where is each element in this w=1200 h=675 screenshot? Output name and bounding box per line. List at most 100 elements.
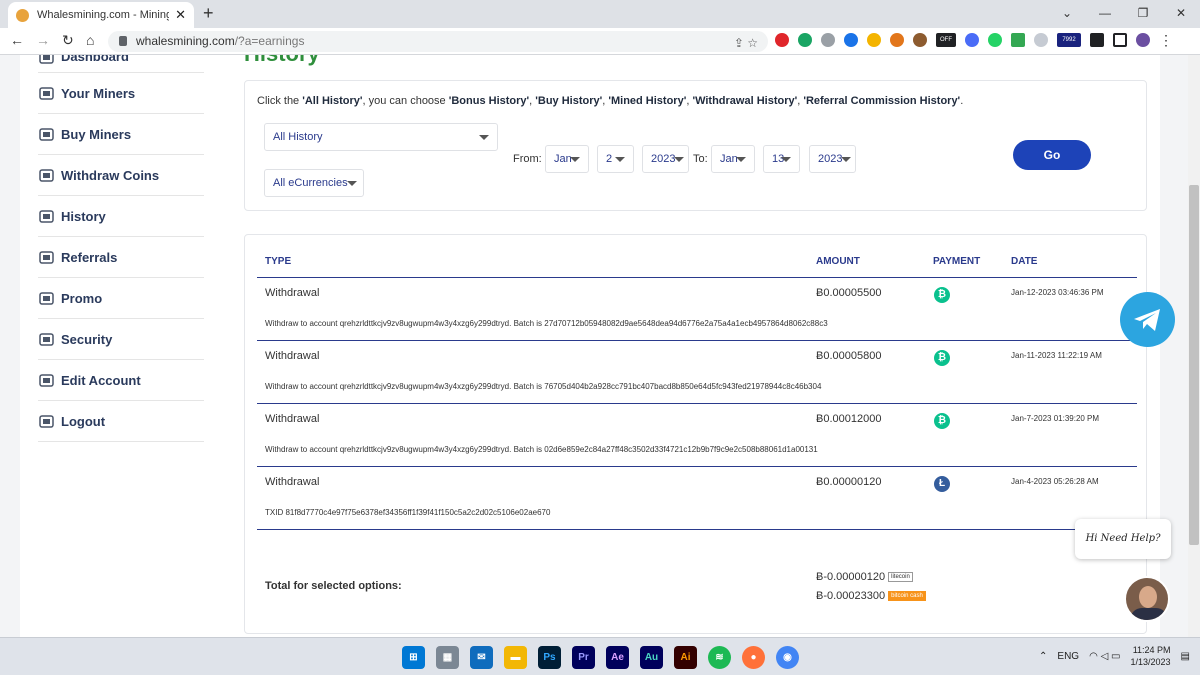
off-extension-icon[interactable]: OFF (936, 33, 956, 47)
support-avatar[interactable] (1124, 576, 1170, 622)
minimize-button[interactable]: — (1086, 0, 1124, 28)
row-date: Jan-12-2023 03:46:36 PM (1011, 288, 1104, 297)
sidebar-item-label: Security (61, 331, 113, 347)
grammarly-extension-icon[interactable] (798, 33, 812, 47)
help-bubble[interactable]: Hi Need Help? (1075, 519, 1171, 559)
store-icon[interactable]: ▦ (436, 646, 459, 669)
row-description: Withdraw to account qrehzrldttkcjv9zv8ug… (265, 445, 818, 454)
sidebar-item-history[interactable]: History (38, 196, 204, 237)
file-explorer-icon[interactable]: ▬ (504, 646, 527, 669)
browser-toolbar: ← → ↻ ⌂ whalesmining.com/?a=earnings ⇪ ☆… (0, 28, 1200, 55)
sidebar-item-label: History (61, 208, 106, 224)
site-favicon-icon (16, 8, 29, 22)
currency-select[interactable]: All eCurrencies (264, 169, 364, 197)
row-date: Jan-7-2023 01:39:20 PM (1011, 414, 1100, 423)
litecoin-icon: Ł (934, 476, 950, 492)
profile-avatar-icon[interactable] (1136, 33, 1150, 47)
reload-button[interactable]: ↻ (62, 32, 74, 49)
security-icon (38, 331, 54, 347)
clock[interactable]: 11:24 PM 1/13/2023 (1131, 644, 1171, 668)
to-label: To: (693, 153, 708, 165)
chevron-down-icon (479, 135, 489, 140)
go-button[interactable]: Go (1013, 140, 1091, 170)
row-description: Withdraw to account qrehzrldttkcjv9zv8ug… (265, 382, 822, 391)
sidebar-item-promo[interactable]: Promo (38, 278, 204, 319)
start-icon[interactable]: ⊞ (402, 646, 425, 669)
premiere-icon[interactable]: Pr (572, 646, 595, 669)
metamask-extension-icon[interactable] (890, 33, 904, 47)
bitcoin-cash-icon: ₿ (934, 287, 950, 303)
withdraw-icon (38, 167, 54, 183)
table-header: TYPE AMOUNT PAYMENT DATE (257, 235, 1137, 278)
logout-icon (38, 413, 54, 429)
sidebar-item-label: Promo (61, 290, 103, 306)
row-date: Jan-11-2023 11:22:19 AM (1011, 351, 1102, 360)
from-day-select[interactable]: 2 (597, 145, 634, 173)
sidebar-item-label: Edit Account (61, 372, 141, 388)
page-scrollbar[interactable] (1188, 55, 1200, 637)
url-path: /?a=earnings (234, 34, 305, 48)
referrals-icon (38, 249, 54, 265)
notification-icon[interactable]: ▤ (1181, 651, 1190, 662)
table-row: Withdrawal Ƀ0.00012000 ₿ Jan-7-2023 01:39:2… (257, 404, 1137, 467)
new-tab-button[interactable]: + (203, 3, 214, 24)
counter-extension-icon[interactable]: 7992 (1057, 33, 1081, 47)
menu-kebab-icon[interactable]: ⋮ (1159, 33, 1173, 47)
row-type: Withdrawal (265, 413, 320, 425)
check-extension-icon[interactable] (821, 33, 835, 47)
close-tab-icon[interactable]: ✕ (175, 7, 186, 23)
blue-extension-icon[interactable] (844, 33, 858, 47)
wifi-volume-battery-icon[interactable]: ◠ ◁ ▭ (1089, 651, 1120, 662)
restore-button[interactable]: ❐ (1124, 0, 1162, 28)
telegram-icon (1134, 309, 1160, 331)
sidepanel-icon[interactable] (1113, 33, 1127, 47)
to-day-select[interactable]: 13 (763, 145, 800, 173)
telegram-chat-button[interactable] (1120, 292, 1175, 347)
firefox-icon[interactable]: ● (742, 646, 765, 669)
row-date: Jan-4-2023 05:26:28 AM (1011, 477, 1099, 486)
close-window-button[interactable]: ✕ (1162, 0, 1200, 28)
cookie-extension-icon[interactable] (913, 33, 927, 47)
share-icon[interactable]: ⇪ ☆ (734, 33, 758, 54)
sidebar-item-referrals[interactable]: Referrals (38, 237, 204, 278)
sidebar-item-edit-account[interactable]: Edit Account (38, 360, 204, 401)
shield-extension-icon[interactable] (965, 33, 979, 47)
back-button[interactable]: ← (10, 32, 24, 48)
illustrator-icon[interactable]: Ai (674, 646, 697, 669)
tab-search-icon[interactable]: ⌄ (1048, 0, 1086, 28)
sidebar-item-withdraw-coins[interactable]: Withdraw Coins (38, 155, 204, 196)
sidebar-item-logout[interactable]: Logout (38, 401, 204, 442)
chrome-icon[interactable]: ◉ (776, 646, 799, 669)
to-year-select[interactable]: 2023 (809, 145, 856, 173)
from-year-select[interactable]: 2023 (642, 145, 689, 173)
language-indicator[interactable]: ENG (1057, 651, 1079, 662)
gray-shield-extension-icon[interactable] (1034, 33, 1048, 47)
forward-button[interactable]: → (36, 32, 50, 48)
sidebar-item-security[interactable]: Security (38, 319, 204, 360)
sidebar-item-buy-miners[interactable]: Buy Miners (38, 114, 204, 155)
yellow-extension-icon[interactable] (867, 33, 881, 47)
home-button[interactable]: ⌂ (86, 32, 94, 48)
browser-titlebar: Whalesmining.com - Mining Bitc ✕ + ⌄ — ❐… (0, 0, 1200, 28)
photoshop-icon[interactable]: Ps (538, 646, 561, 669)
puzzle-extensions-icon[interactable] (1090, 33, 1104, 47)
after-effects-icon[interactable]: Ae (606, 646, 629, 669)
browser-tab[interactable]: Whalesmining.com - Mining Bitc ✕ (8, 2, 194, 28)
tray-overflow-icon[interactable]: ⌃ (1039, 651, 1047, 662)
sidebar-item-your-miners[interactable]: Your Miners (38, 73, 204, 114)
edit-account-icon (38, 372, 54, 388)
system-tray: ⌃ ENG ◠ ◁ ▭ 11:24 PM 1/13/2023 ▤ (1039, 644, 1190, 668)
whatsapp-extension-icon[interactable] (988, 33, 1002, 47)
to-month-select[interactable]: Jan (711, 145, 755, 173)
history-type-select[interactable]: All History (264, 123, 498, 151)
audition-icon[interactable]: Au (640, 646, 663, 669)
mail-icon[interactable]: ✉ (470, 646, 493, 669)
opera-extension-icon[interactable] (775, 33, 789, 47)
green-extension-icon[interactable] (1011, 33, 1025, 47)
address-bar[interactable]: whalesmining.com/?a=earnings ⇪ ☆ (108, 31, 768, 52)
scrollbar-thumb[interactable] (1189, 185, 1199, 545)
sidebar-item-dashboard[interactable]: Dashboard (38, 55, 204, 73)
row-amount: Ƀ0.00012000 (816, 413, 882, 425)
from-month-select[interactable]: Jan (545, 145, 589, 173)
spotify-icon[interactable]: ≋ (708, 646, 731, 669)
